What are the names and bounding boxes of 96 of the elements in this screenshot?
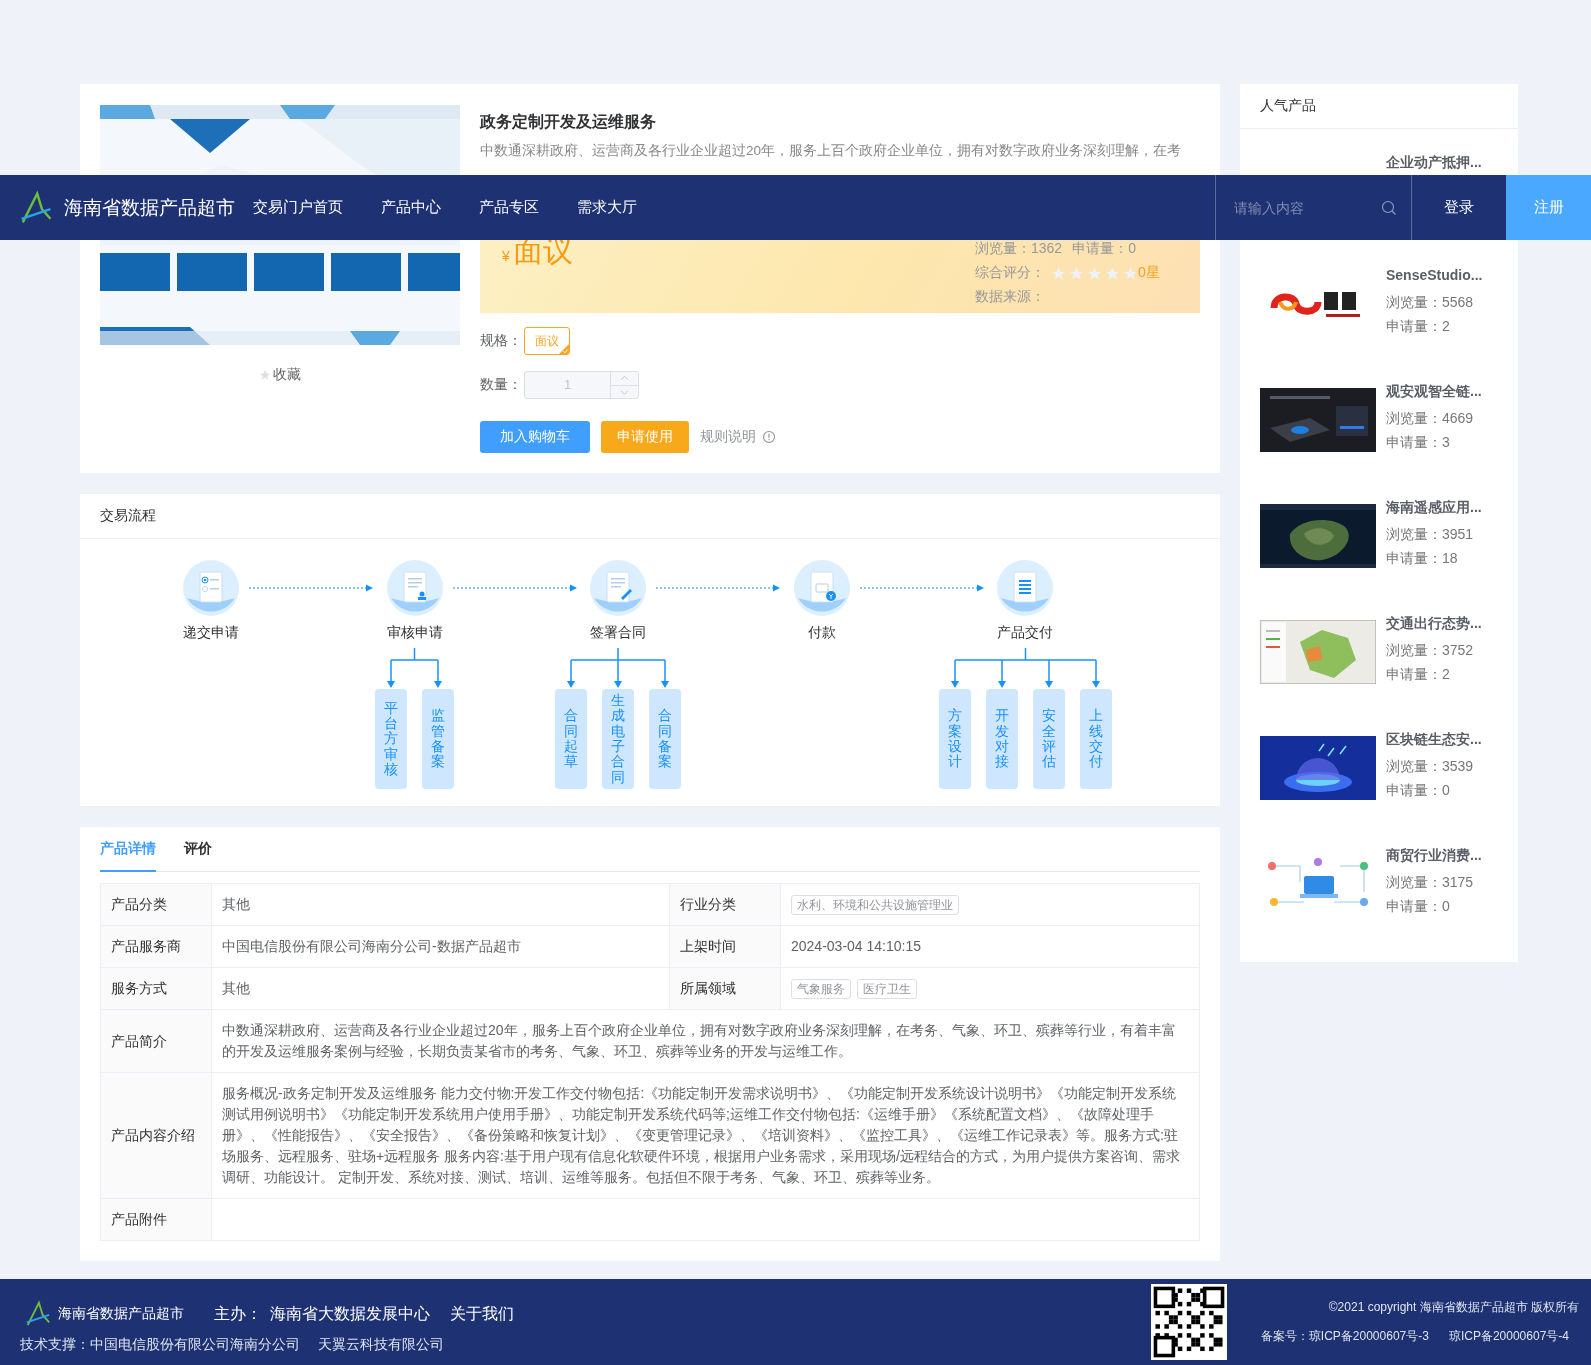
field-label: 产品附件 bbox=[101, 1199, 212, 1241]
stamped-document-icon bbox=[386, 560, 443, 616]
rating-text: 0星 bbox=[1138, 264, 1160, 282]
sub-step-box: 平台方审核 bbox=[375, 689, 407, 789]
sub-step-box: 合同备案 bbox=[649, 689, 681, 789]
field-value: 其他 bbox=[212, 968, 670, 1010]
view-count: 浏览量：3951 bbox=[1386, 525, 1475, 544]
host-link[interactable]: 海南省大数据发展中心 bbox=[270, 1303, 430, 1325]
signing-document-icon bbox=[590, 560, 646, 616]
star-icon bbox=[1051, 265, 1066, 281]
data-source-label: 数据来源： bbox=[975, 288, 1045, 306]
document-icon bbox=[997, 560, 1053, 616]
step-label: 审核申请 bbox=[386, 623, 443, 642]
view-count: 浏览量：3175 bbox=[1386, 873, 1475, 892]
field-value: 中国电信股份有限公司海南分公司-数据产品超市 bbox=[212, 926, 670, 968]
field-value: 其他 bbox=[212, 884, 670, 926]
icp-number: 琼ICP备20000607号-4 bbox=[1448, 1328, 1569, 1345]
product-name[interactable]: SenseStudio... bbox=[1386, 265, 1483, 285]
rules-link[interactable]: 规则说明 bbox=[700, 428, 756, 446]
tech-support-text: 天翼云科技有限公司 bbox=[318, 1336, 444, 1354]
field-label: 所属领域 bbox=[670, 968, 781, 1010]
sub-step-box: 方案设计 bbox=[938, 689, 971, 789]
field-label: 行业分类 bbox=[670, 884, 781, 926]
apply-count: 申请量：0 bbox=[1386, 897, 1451, 916]
star-icon bbox=[1087, 265, 1102, 281]
nav-link[interactable]: 交易门户首页 bbox=[253, 198, 343, 217]
sidebar-title: 人气产品 bbox=[1260, 97, 1316, 115]
apply-count: 申请量：0 bbox=[1386, 781, 1451, 800]
product-description: 中数通深耕政府、运营商及各行业企业超过20年，服务上百个政府企业单位，拥有对数字政府业务深刻理解，在考 bbox=[480, 142, 1183, 160]
apply-count: 申请量：2 bbox=[1386, 665, 1451, 684]
step-label: 递交申请 bbox=[183, 623, 239, 642]
field-label: 服务方式 bbox=[101, 968, 212, 1010]
tab[interactable]: 评价 bbox=[184, 827, 212, 872]
form-icon bbox=[183, 560, 239, 616]
star-icon bbox=[1123, 265, 1138, 281]
step-label: 签署合同 bbox=[590, 623, 646, 642]
tag: 水利、环境和公共设施管理业 bbox=[791, 894, 959, 915]
field-value: 中数通深耕政府、运营商及各行业企业超过20年，服务上百个政府企业单位，拥有对数字政府业务深刻理解，在考务、气象、环卫、殡葬等行业，有着丰富的开发及运维服务案例与经验，长期负责某省市的考务、气象、环卫、殡葬等业务的开发与运维工作。 bbox=[212, 1010, 1200, 1073]
footer-site-name: 海南省数据产品超市 bbox=[58, 1305, 184, 1323]
info-icon bbox=[762, 430, 776, 444]
view-count: 浏览量：4669 bbox=[1386, 409, 1475, 428]
apply-count: 申请量：3 bbox=[1386, 433, 1451, 452]
star-icon bbox=[1105, 265, 1120, 281]
step-label: 付款 bbox=[807, 623, 836, 642]
check-corner-icon bbox=[559, 344, 569, 354]
search-field[interactable]: 请输入内容 bbox=[1232, 198, 1381, 217]
field-label: 上架时间 bbox=[670, 926, 781, 968]
sub-step-box: 监管备案 bbox=[422, 689, 454, 789]
copyright-text: ©2021 copyright 海南省数据产品超市 版权所有 bbox=[1328, 1299, 1579, 1316]
product-title: 政务定制开发及运维服务 bbox=[480, 112, 657, 132]
field-value: 服务概况-政务定制开发及运维服务 能力交付物:开发工作交付物包括:《功能定制开发需求说明书》、《功能定制开发系统设计说明书》《功能定制开发系统测试用例说明书》《功能定制开发系统用户使用手册》、功能定制开发系统代码等;运维工作交付物包括:《运维手册》《系统配置文档》、《故障处理手册》、《性能报告》、《安全报告》、《备份策略和恢复计划》、《变更管理记录》、《培训资料》、《监控工具》、《运维工作记录表》等。服务方式:驻场服务、远程服务、驻场+远程服务 服务内容:基于用户现有信息化软硬件环境，根据用户业务需求，采用现场/远程结合的方式，为用户提供方案咨询、需求调研、功能设计。 定制开发、系统对接、测试、培训、运维等服务。包括但不限于考务、气象、环卫、殡葬等业务。 bbox=[212, 1073, 1200, 1199]
product-name[interactable]: 区块链生态安... bbox=[1386, 729, 1482, 749]
nav-link[interactable]: 需求大厅 bbox=[577, 198, 637, 217]
rating-label: 综合评分： bbox=[975, 264, 1045, 282]
nav-link[interactable]: 产品专区 bbox=[479, 198, 539, 217]
view-count: 浏览量：1362 bbox=[975, 240, 1063, 258]
sub-step-box: 安全评估 bbox=[1032, 689, 1065, 789]
field-label: 产品内容介绍 bbox=[101, 1073, 212, 1199]
field-label: 产品简介 bbox=[101, 1010, 212, 1073]
field-label: 产品分类 bbox=[101, 884, 212, 926]
site-title: 海南省数据产品超市 bbox=[64, 195, 235, 220]
tech-support-text: 技术支撑：中国电信股份有限公司海南分公司 bbox=[20, 1336, 300, 1354]
sub-step-box: 合同起草 bbox=[555, 689, 587, 789]
star-icon bbox=[1069, 265, 1084, 281]
product-name[interactable]: 企业动产抵押... bbox=[1386, 152, 1482, 172]
view-count: 浏览量：3539 bbox=[1386, 757, 1475, 776]
favorite-button[interactable]: 收藏 bbox=[259, 366, 301, 384]
apply-count: 申请量：18 bbox=[1386, 549, 1459, 568]
host-label: 主办： bbox=[214, 1303, 262, 1324]
step-label: 产品交付 bbox=[997, 623, 1053, 642]
search-icon bbox=[1381, 199, 1397, 216]
about-link[interactable]: 关于我们 bbox=[450, 1303, 514, 1325]
logo-icon bbox=[18, 189, 54, 226]
currency-symbol: ¥ bbox=[502, 248, 510, 264]
icp-number: 备案号：琼ICP备20000607号-3 bbox=[1260, 1328, 1429, 1345]
apply-count: 申请量：2 bbox=[1386, 317, 1451, 336]
product-name[interactable]: 交通出行态势... bbox=[1386, 613, 1482, 633]
tag: 气象服务 bbox=[791, 978, 851, 999]
tag: 医疗卫生 bbox=[857, 978, 917, 999]
field-label: 产品服务商 bbox=[101, 926, 212, 968]
product-name[interactable]: 观安观智全链... bbox=[1386, 381, 1482, 401]
product-name[interactable]: 海南遥感应用... bbox=[1386, 497, 1482, 517]
wallet-icon bbox=[793, 560, 850, 616]
quantity-label: 数量： bbox=[480, 376, 522, 394]
field-value: 2024-03-04 14:10:15 bbox=[781, 926, 1200, 968]
spec-label: 规格： bbox=[480, 332, 522, 350]
section-title: 交易流程 bbox=[100, 507, 156, 525]
view-count: 浏览量：3752 bbox=[1386, 641, 1475, 660]
apply-count: 申请量：0 bbox=[1072, 240, 1136, 258]
sub-step-box: 开发对接 bbox=[985, 689, 1018, 789]
sub-step-box: 上线交付 bbox=[1079, 689, 1112, 789]
nav-link[interactable]: 产品中心 bbox=[381, 198, 441, 217]
logo-icon bbox=[24, 1300, 52, 1328]
view-count: 浏览量：5568 bbox=[1386, 293, 1475, 312]
product-name[interactable]: 商贸行业消费... bbox=[1386, 845, 1482, 865]
sub-step-box: 生成电子合同 bbox=[602, 689, 634, 789]
